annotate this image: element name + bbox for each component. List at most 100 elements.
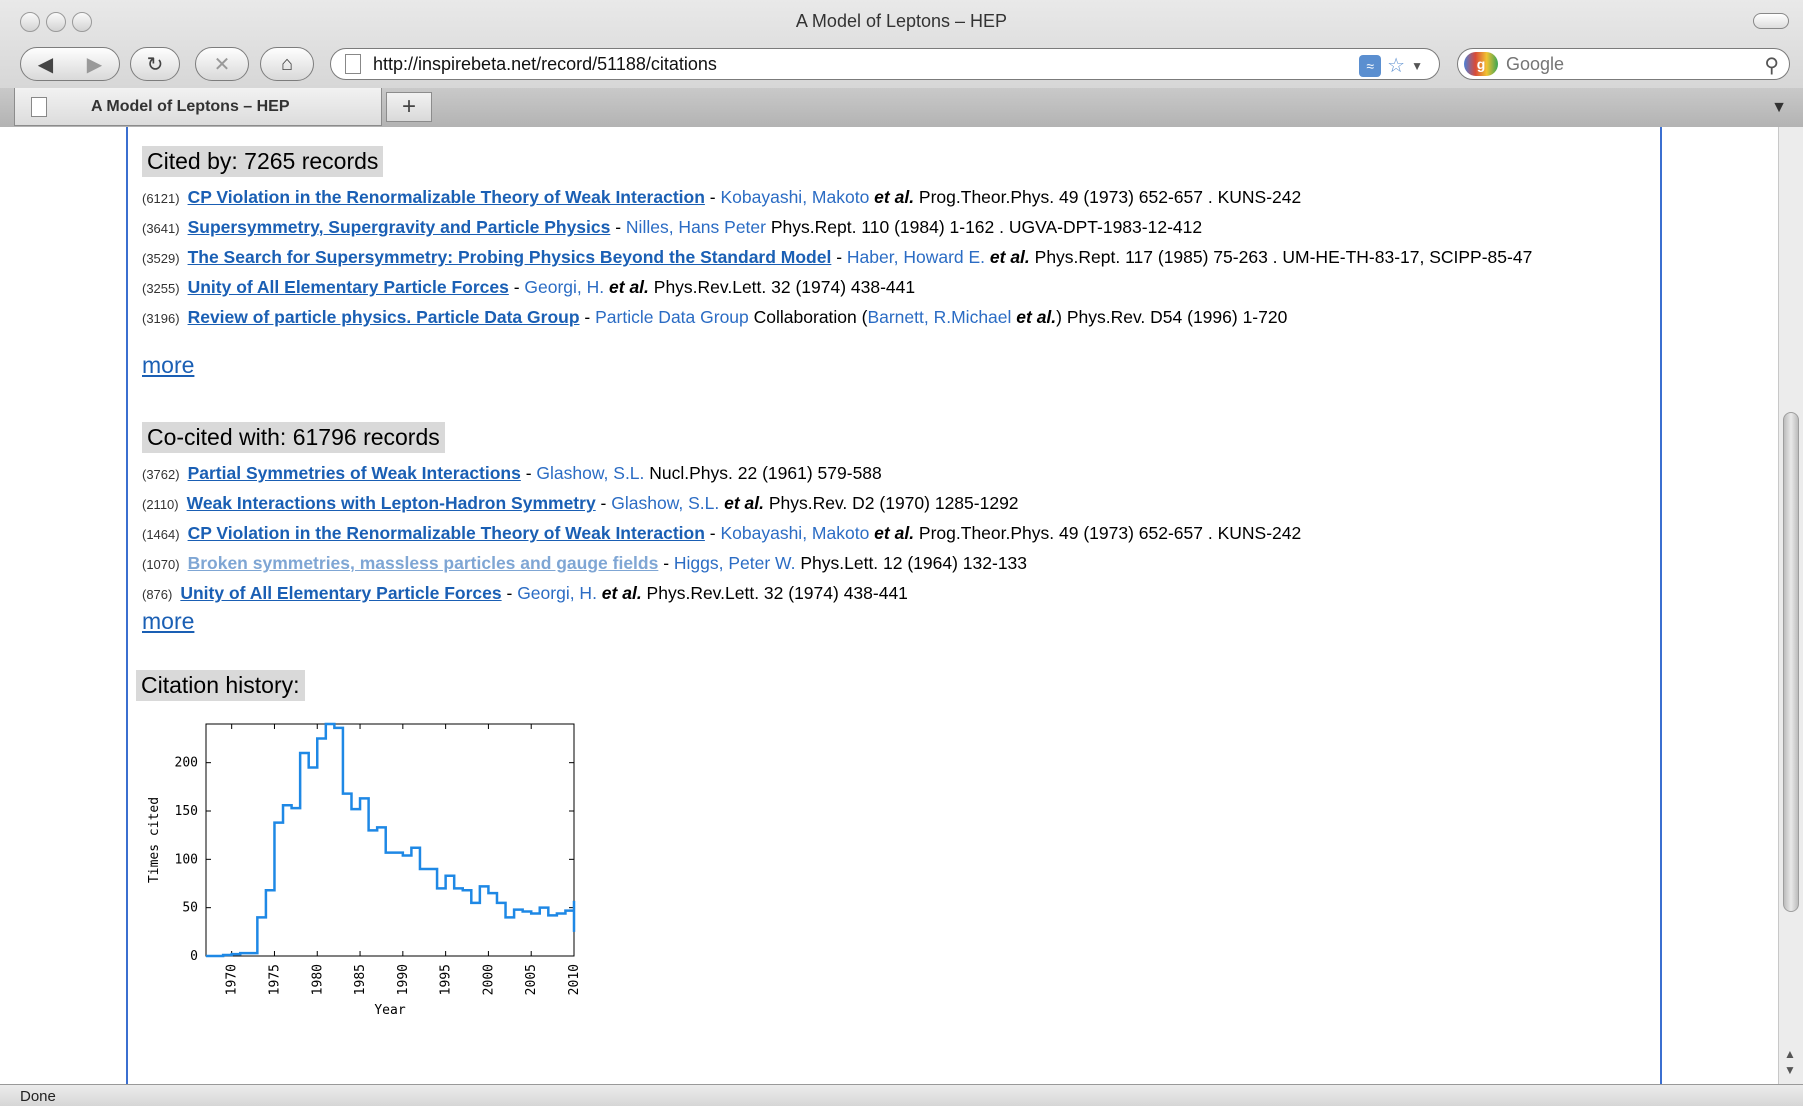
- record-title-link[interactable]: The Search for Supersymmetry: Probing Ph…: [188, 247, 832, 267]
- x-tick-label: 2000: [481, 964, 496, 995]
- browser-chrome: A Model of Leptons – HEP ◀ ▶ ↻ ✕ ⌂ http:…: [0, 0, 1803, 127]
- x-tick-label: 1985: [353, 964, 368, 995]
- vertical-scrollbar[interactable]: ▲ ▼: [1778, 127, 1803, 1084]
- record-etal: et al.: [869, 187, 915, 207]
- record-reference: Phys.Rev. D2 (1970) 1285-1292: [763, 493, 1019, 513]
- google-engine-icon[interactable]: g: [1464, 52, 1498, 76]
- record-author-link[interactable]: Nilles, Hans Peter: [626, 217, 766, 237]
- record-item: (6121) CP Violation in the Renormalizable…: [142, 186, 1642, 210]
- cocited-list: (3762) Partial Symmetries of Weak Interac…: [142, 462, 1642, 612]
- x-tick-label: 1980: [310, 964, 325, 995]
- record-reference: Prog.Theor.Phys. 49 (1973) 652-657 . KUN…: [914, 187, 1302, 207]
- record-item: (3641) Supersymmetry, Supergravity and Pa…: [142, 216, 1642, 240]
- record-citation-count: (3529): [142, 251, 180, 266]
- record-reference: Phys.Rept. 117 (1985) 75-263 . UM-HE-TH-…: [1029, 247, 1533, 267]
- tab-bar: A Model of Leptons – HEP + ▼: [0, 88, 1803, 127]
- bookmark-star-icon[interactable]: ☆: [1387, 53, 1405, 78]
- record-reference: Phys.Rept. 110 (1984) 1-162 . UGVA-DPT-1…: [765, 217, 1203, 237]
- window-title: A Model of Leptons – HEP: [795, 11, 1008, 31]
- search-input[interactable]: [1506, 53, 1736, 75]
- content-frame: Cited by: 7265 records (6121) CP Violatio…: [126, 127, 1662, 1084]
- record-citation-count: (1464): [142, 527, 180, 542]
- record-author-link[interactable]: Kobayashi, Makoto: [720, 523, 869, 543]
- record-item: (3196) Review of particle physics. Partic…: [142, 306, 1642, 330]
- scroll-thumb[interactable]: [1783, 412, 1799, 912]
- record-item: (3762) Partial Symmetries of Weak Interac…: [142, 462, 1642, 486]
- tab-list-icon: ▼: [1771, 99, 1787, 116]
- navigation-toolbar: ◀ ▶ ↻ ✕ ⌂ http://inspirebeta.net/record/…: [0, 42, 1803, 88]
- record-reference: Collaboration (: [748, 307, 868, 327]
- forward-arrow-icon[interactable]: ▶: [87, 52, 102, 77]
- back-arrow-icon[interactable]: ◀: [38, 52, 53, 77]
- reload-button[interactable]: ↻: [130, 47, 180, 81]
- record-author-link[interactable]: Georgi, H.: [517, 583, 597, 603]
- plus-icon: +: [401, 93, 416, 120]
- scroll-up-icon[interactable]: ▲: [1784, 1047, 1796, 1061]
- x-tick-label: 2005: [524, 964, 539, 995]
- record-citation-count: (3762): [142, 467, 180, 482]
- record-author-link[interactable]: Kobayashi, Makoto: [720, 187, 869, 207]
- record-author-link[interactable]: Barnett, R.Michael: [867, 307, 1011, 327]
- cocited-more-link[interactable]: more: [142, 608, 194, 635]
- tab-active[interactable]: A Model of Leptons – HEP: [14, 88, 382, 126]
- new-tab-button[interactable]: +: [386, 92, 432, 122]
- record-etal: et al.: [604, 277, 649, 297]
- record-separator: -: [704, 187, 721, 207]
- record-author-link[interactable]: Glashow, S.L.: [536, 463, 644, 483]
- x-tick-label: 1990: [396, 964, 411, 995]
- x-tick-label: 1975: [267, 964, 282, 995]
- record-title-link[interactable]: CP Violation in the Renormalizable Theor…: [188, 187, 705, 207]
- record-reference: Prog.Theor.Phys. 49 (1973) 652-657 . KUN…: [914, 523, 1302, 543]
- record-item: (1070) Broken symmetries, massless partic…: [142, 552, 1642, 576]
- record-author-link[interactable]: Georgi, H.: [524, 277, 604, 297]
- rss-feed-icon[interactable]: ≈: [1359, 54, 1382, 77]
- search-box[interactable]: g ⚲: [1457, 48, 1790, 80]
- title-bar: A Model of Leptons – HEP: [0, 0, 1803, 42]
- status-text: Done: [20, 1088, 56, 1105]
- x-tick-label: 2010: [567, 964, 582, 995]
- chevron-down-icon[interactable]: ▼: [1411, 59, 1423, 73]
- record-title-link[interactable]: Unity of All Elementary Particle Forces: [188, 277, 509, 297]
- record-title-link[interactable]: Broken symmetries, massless particles an…: [188, 553, 659, 573]
- record-item: (3255) Unity of All Elementary Particle F…: [142, 276, 1642, 300]
- record-title-link[interactable]: Review of particle physics. Particle Dat…: [188, 307, 580, 327]
- record-separator: -: [520, 463, 537, 483]
- address-bar[interactable]: http://inspirebeta.net/record/51188/cita…: [330, 48, 1440, 80]
- record-title-link[interactable]: Partial Symmetries of Weak Interactions: [188, 463, 521, 483]
- url-text[interactable]: http://inspirebeta.net/record/51188/cita…: [373, 54, 717, 75]
- back-forward-group: ◀ ▶: [20, 47, 120, 81]
- search-icon[interactable]: ⚲: [1764, 53, 1779, 78]
- record-author-link[interactable]: Glashow, S.L.: [611, 493, 719, 513]
- record-author-link[interactable]: Higgs, Peter W.: [674, 553, 796, 573]
- y-tick-label: 50: [182, 901, 198, 916]
- record-reference: Nucl.Phys. 22 (1961) 579-588: [644, 463, 882, 483]
- record-title-link[interactable]: Supersymmetry, Supergravity and Particle…: [188, 217, 611, 237]
- tab-list-button[interactable]: ▼: [1765, 96, 1793, 120]
- record-author-link[interactable]: Particle Data Group: [595, 307, 749, 327]
- page-icon: [345, 54, 361, 74]
- y-tick-label: 100: [175, 852, 198, 867]
- y-axis-label: Times cited: [147, 797, 162, 883]
- record-separator: -: [508, 277, 525, 297]
- record-title-link[interactable]: Weak Interactions with Lepton-Hadron Sym…: [187, 493, 596, 513]
- record-separator: -: [704, 523, 721, 543]
- record-title-link[interactable]: Unity of All Elementary Particle Forces: [180, 583, 501, 603]
- scroll-down-icon[interactable]: ▼: [1784, 1063, 1796, 1077]
- record-item: (2110) Weak Interactions with Lepton-Hadr…: [142, 492, 1642, 516]
- tab-label: A Model of Leptons – HEP: [91, 97, 290, 115]
- citation-history-heading: Citation history:: [136, 670, 305, 701]
- page-viewport: Cited by: 7265 records (6121) CP Violatio…: [0, 127, 1778, 1084]
- record-item: (1464) CP Violation in the Renormalizable…: [142, 522, 1642, 546]
- home-button[interactable]: ⌂: [260, 47, 314, 81]
- toolbar-toggle-button[interactable]: [1753, 13, 1789, 29]
- home-icon: ⌂: [280, 52, 294, 75]
- stop-button[interactable]: ✕: [195, 47, 249, 81]
- record-citation-count: (1070): [142, 557, 180, 572]
- record-title-link[interactable]: CP Violation in the Renormalizable Theor…: [188, 523, 705, 543]
- cited-by-more-link[interactable]: more: [142, 352, 194, 379]
- cocited-heading: Co-cited with: 61796 records: [142, 422, 445, 453]
- record-separator: -: [658, 553, 674, 573]
- record-separator: -: [610, 217, 626, 237]
- record-separator: -: [831, 247, 847, 267]
- record-author-link[interactable]: Haber, Howard E.: [847, 247, 985, 267]
